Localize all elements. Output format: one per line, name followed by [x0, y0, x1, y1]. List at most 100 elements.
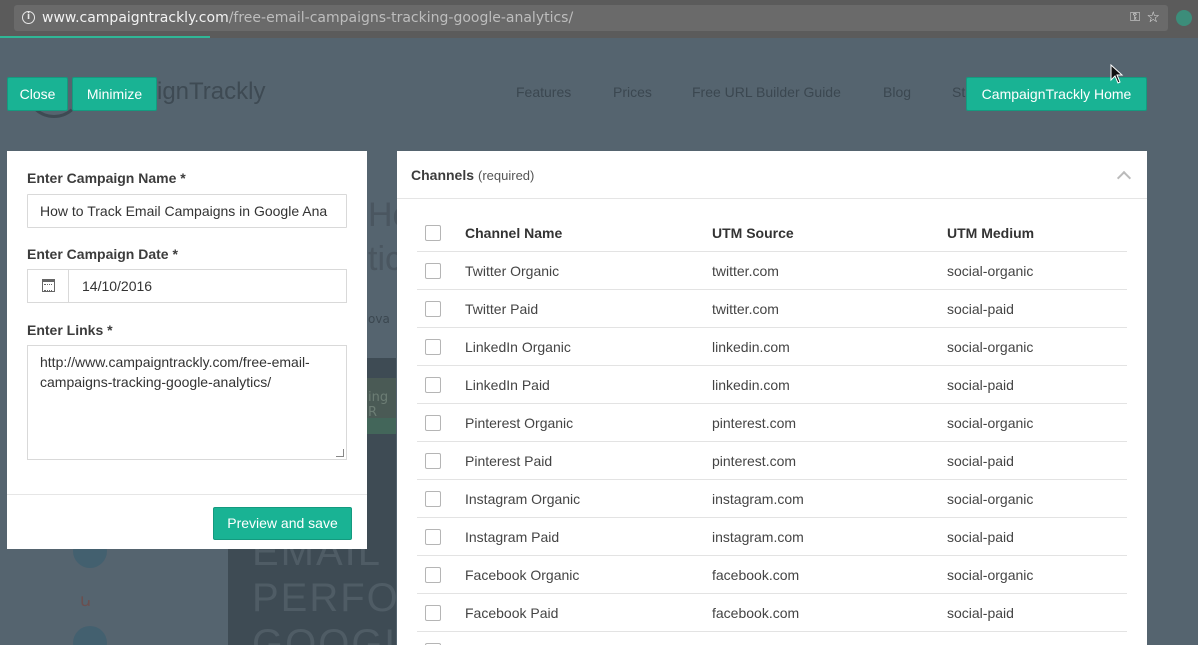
utm-medium: social-organic	[947, 339, 1034, 355]
preview-and-save-button[interactable]: Preview and save	[213, 507, 352, 540]
utm-medium: social-paid	[947, 529, 1014, 545]
row-checkbox[interactable]	[425, 453, 441, 469]
utm-medium: social-paid	[947, 453, 1014, 469]
channel-name: Facebook Paid	[465, 605, 559, 621]
resize-handle-icon[interactable]	[336, 449, 344, 457]
channels-title: Channels	[411, 167, 475, 183]
links-label: Enter Links *	[27, 322, 113, 338]
calendar-button[interactable]	[28, 270, 69, 302]
utm-medium: social-paid	[947, 301, 1014, 317]
row-checkbox[interactable]	[425, 491, 441, 507]
utm-source: facebook.com	[712, 605, 800, 621]
utm-source: instagram.com	[712, 491, 804, 507]
channel-name: Twitter Organic	[465, 263, 560, 279]
close-button[interactable]: Close	[7, 77, 68, 111]
table-header-row: Channel Name UTM Source UTM Medium	[417, 214, 1127, 252]
row-checkbox[interactable]	[425, 605, 441, 621]
row-checkbox[interactable]	[425, 529, 441, 545]
utm-source: facebook.com	[712, 567, 800, 583]
bookmark-star-icon[interactable]: ☆	[1147, 8, 1160, 26]
select-all-checkbox[interactable]	[425, 225, 441, 241]
row-checkbox[interactable]	[425, 567, 441, 583]
background-logo-text: ignTrackly	[157, 78, 266, 105]
extension-icon[interactable]	[1176, 10, 1192, 26]
channel-name: Pinterest Organic	[465, 415, 574, 431]
utm-source: linkedin.com	[712, 377, 790, 393]
table-row[interactable]: Facebook Paid facebook.com social-paid	[417, 594, 1127, 632]
mouse-cursor-icon	[1110, 64, 1124, 84]
table-row[interactable]: Twitter Organic twitter.com social-organ…	[417, 252, 1127, 290]
utm-medium: social-organic	[947, 415, 1034, 431]
minimize-button[interactable]: Minimize	[72, 77, 157, 111]
row-checkbox[interactable]	[425, 263, 441, 279]
column-header-channel-name: Channel Name	[465, 225, 563, 241]
table-row[interactable]	[417, 632, 1127, 645]
row-checkbox[interactable]	[425, 301, 441, 317]
table-row[interactable]: Instagram Organic instagram.com social-o…	[417, 480, 1127, 518]
table-row[interactable]: LinkedIn Paid linkedin.com social-paid	[417, 366, 1127, 404]
key-icon[interactable]: ⚿	[1130, 10, 1140, 25]
channels-panel: Channels (required) Channel Name UTM Sou…	[397, 151, 1147, 645]
links-value: http://www.campaigntrackly.com/free-emai…	[40, 354, 310, 390]
column-header-utm-source: UTM Source	[712, 225, 794, 241]
info-icon[interactable]: i	[22, 11, 35, 24]
channels-subtitle: (required)	[478, 168, 535, 183]
utm-source: twitter.com	[712, 301, 779, 317]
campaign-date-label: Enter Campaign Date *	[27, 246, 178, 262]
background-nav-blog: Blog	[883, 84, 912, 100]
background-author: ova	[368, 312, 390, 326]
campaign-date-value: 14/10/2016	[82, 278, 153, 294]
url-host: www.campaigntrackly.com	[42, 10, 229, 26]
url-path: /free-email-campaigns-tracking-google-an…	[228, 10, 574, 26]
background-nav-url-guide: Free URL Builder Guide	[692, 84, 841, 100]
background-banner-text: ing R	[368, 390, 389, 420]
background-nav-prices: Prices	[613, 84, 652, 100]
utm-medium: social-organic	[947, 567, 1034, 583]
delicious-icon	[73, 626, 107, 645]
chevron-up-icon[interactable]	[1116, 170, 1132, 186]
channel-name: Instagram Organic	[465, 491, 581, 507]
channel-name: Pinterest Paid	[465, 453, 553, 469]
background-nav-features: Features	[516, 84, 572, 100]
row-checkbox[interactable]	[425, 377, 441, 393]
utm-source: pinterest.com	[712, 453, 797, 469]
channel-name: Twitter Paid	[465, 301, 539, 317]
url-field[interactable]: i www.campaigntrackly.com/free-email-cam…	[14, 5, 1168, 31]
channel-name: LinkedIn Paid	[465, 377, 550, 393]
utm-source: instagram.com	[712, 529, 804, 545]
url-text: www.campaigntrackly.com/free-email-campa…	[42, 10, 573, 26]
stumbleupon-icon: ꭎ	[80, 590, 92, 611]
utm-medium: social-organic	[947, 491, 1034, 507]
utm-medium: social-paid	[947, 377, 1014, 393]
loading-progress-bar	[0, 36, 210, 38]
table-row[interactable]: Pinterest Paid pinterest.com social-paid	[417, 442, 1127, 480]
table-row[interactable]: Facebook Organic facebook.com social-org…	[417, 556, 1127, 594]
browser-address-bar: i www.campaigntrackly.com/free-email-cam…	[0, 0, 1198, 38]
utm-source: linkedin.com	[712, 339, 790, 355]
column-header-utm-medium: UTM Medium	[947, 225, 1035, 241]
background-nav-st: St	[952, 84, 966, 100]
channel-name: Facebook Organic	[465, 567, 580, 583]
channel-name: Instagram Paid	[465, 529, 560, 545]
calendar-icon	[42, 279, 55, 292]
table-row[interactable]: Instagram Paid instagram.com social-paid	[417, 518, 1127, 556]
utm-source: pinterest.com	[712, 415, 797, 431]
table-row[interactable]: LinkedIn Organic linkedin.com social-org…	[417, 328, 1127, 366]
campaign-form-panel: Enter Campaign Name * How to Track Email…	[7, 151, 367, 549]
form-footer-divider	[7, 494, 367, 495]
campaign-name-label: Enter Campaign Name *	[27, 170, 186, 186]
table-row[interactable]: Twitter Paid twitter.com social-paid	[417, 290, 1127, 328]
row-checkbox[interactable]	[425, 415, 441, 431]
utm-medium: social-organic	[947, 263, 1034, 279]
row-checkbox[interactable]	[425, 339, 441, 355]
campaign-name-input[interactable]: How to Track Email Campaigns in Google A…	[27, 194, 347, 228]
utm-source: twitter.com	[712, 263, 779, 279]
channels-table: Channel Name UTM Source UTM Medium Twitt…	[417, 214, 1127, 645]
background-hero-line-3: PERFO	[252, 576, 396, 620]
links-textarea[interactable]: http://www.campaigntrackly.com/free-emai…	[27, 345, 347, 460]
table-row[interactable]: Pinterest Organic pinterest.com social-o…	[417, 404, 1127, 442]
utm-medium: social-paid	[947, 605, 1014, 621]
campaign-date-input[interactable]: 14/10/2016	[27, 269, 347, 303]
channels-header[interactable]: Channels (required)	[397, 151, 1147, 199]
background-hero-line-4: GOOGL	[252, 622, 396, 645]
